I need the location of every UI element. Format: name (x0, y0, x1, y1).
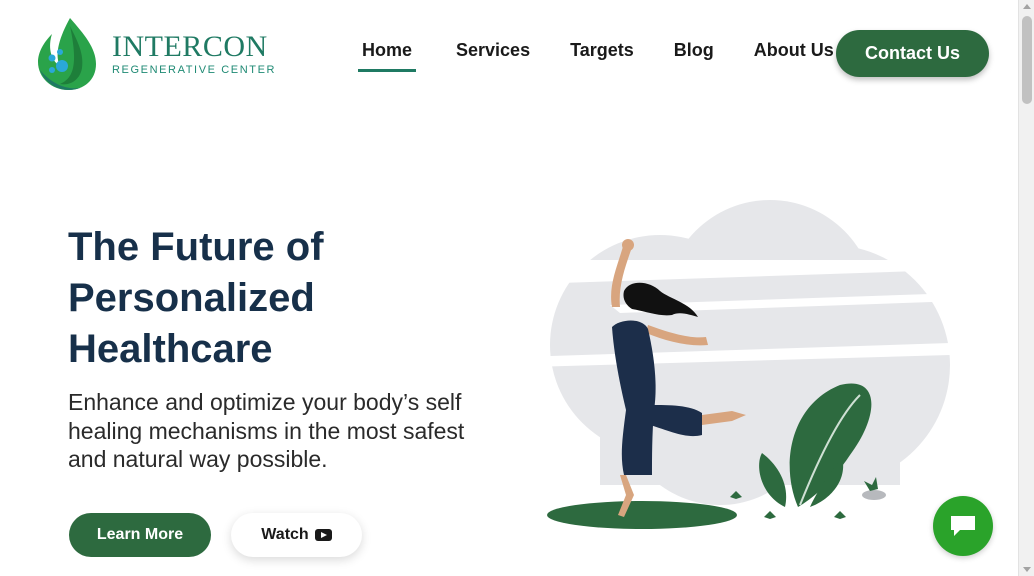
hero-subtitle-line: healing mechanisms in the most safest (68, 417, 465, 444)
nav-item-targets[interactable]: Targets (570, 40, 634, 72)
hero-title: The Future of Personalized Healthcare (68, 222, 488, 375)
scroll-down-icon[interactable] (1023, 567, 1031, 572)
logo-name: INTERCON (112, 30, 268, 63)
site-header: INTERCON REGENERATIVE CENTER Home Servic… (0, 0, 1018, 106)
main-nav: Home Services Targets Blog About Us (358, 40, 874, 72)
vertical-scrollbar[interactable] (1018, 0, 1034, 576)
hero-subtitle-line: Enhance and optimize your body’s self (68, 389, 462, 415)
hero-subtitle: Enhance and optimize your body’s self he… (68, 388, 498, 474)
scroll-thumb[interactable] (1022, 16, 1032, 104)
youtube-play-icon (314, 529, 332, 541)
nav-item-blog[interactable]: Blog (674, 40, 714, 72)
watch-label: Watch (261, 526, 309, 543)
hero-title-line: Healthcare (68, 327, 273, 371)
hero-title-line: The Future of (68, 225, 324, 269)
hero-illustration (520, 200, 960, 529)
nav-item-about-us[interactable]: About Us (754, 40, 834, 72)
logo-tagline: REGENERATIVE CENTER (112, 64, 277, 76)
nav-item-services[interactable]: Services (456, 40, 530, 72)
watch-button[interactable]: Watch (231, 513, 362, 557)
logo-drop-icon (38, 18, 96, 90)
hero-subtitle-line: and natural way possible. (68, 446, 328, 472)
logo[interactable]: INTERCON REGENERATIVE CENTER (34, 16, 284, 92)
contact-us-button[interactable]: Contact Us (836, 30, 989, 77)
ground-ellipse (547, 501, 737, 529)
chat-button[interactable] (933, 496, 993, 556)
learn-more-button[interactable]: Learn More (69, 513, 211, 557)
nav-item-home[interactable]: Home (358, 40, 417, 72)
hero-title-line: Personalized (68, 276, 315, 320)
scroll-up-icon[interactable] (1023, 4, 1031, 9)
chat-bubble-icon (951, 516, 975, 536)
